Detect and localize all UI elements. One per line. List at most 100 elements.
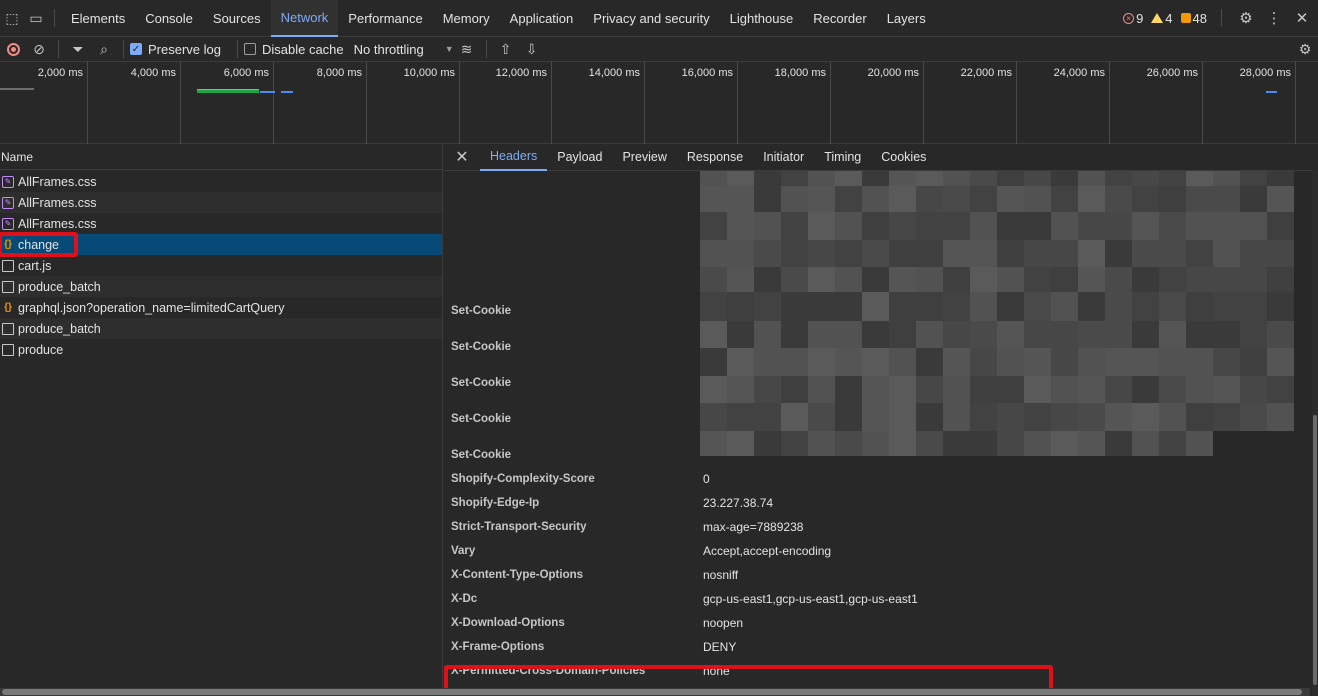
redacted-pixel-block [781, 240, 808, 267]
details-tab-payload[interactable]: Payload [547, 144, 612, 171]
warning-counter[interactable]: 4 [1151, 11, 1173, 26]
redacted-pixel-block [700, 292, 727, 321]
timeline-tick-label: 6,000 ms [223, 67, 269, 79]
tab-performance[interactable]: Performance [338, 0, 432, 37]
tab-application[interactable]: Application [500, 0, 584, 37]
throttling-select[interactable]: No throttling ▼ [354, 42, 454, 57]
name-column-header[interactable]: Name [0, 144, 442, 170]
redacted-pixel-block [970, 292, 997, 321]
redacted-pixel-block [1078, 431, 1105, 456]
scrollbar-thumb[interactable] [2, 689, 1302, 695]
network-toolbar: ⊘ ⏷ ⌕ ✓ Preserve log Disable cache No th… [0, 37, 1318, 62]
devtools-tabbar: ⬚ ▭ Elements Console Sources Network Perform… [0, 0, 1318, 37]
record-button[interactable] [0, 37, 26, 62]
request-row[interactable]: produce_batch [0, 276, 442, 297]
redacted-pixel-block [997, 240, 1024, 267]
preserve-log-checkbox[interactable]: ✓ [130, 43, 142, 55]
redacted-pixel-block [727, 171, 754, 186]
device-toolbar-icon[interactable]: ▭ [24, 6, 48, 30]
redacted-pixel-block [1159, 292, 1186, 321]
redacted-pixel-block [754, 171, 781, 186]
header-name-set-cookie: Set-Cookie [451, 341, 512, 353]
scrollbar-thumb[interactable] [1313, 415, 1317, 685]
redacted-pixel-block [835, 186, 862, 212]
network-conditions-button[interactable]: ≋ [454, 37, 480, 62]
tab-memory[interactable]: Memory [433, 0, 500, 37]
redacted-pixel-block [1024, 240, 1051, 267]
filter-button[interactable]: ⏷ [65, 37, 91, 62]
redacted-pixel-block [1051, 431, 1078, 456]
disable-cache-checkbox[interactable] [243, 43, 256, 55]
horizontal-scrollbar[interactable] [0, 688, 1310, 696]
chevron-down-icon: ▼ [444, 44, 454, 54]
redacted-pixel-block [1240, 212, 1267, 240]
issue-counter[interactable]: 48 [1180, 11, 1207, 26]
issue-counters[interactable]: × 9 4 48 ⚙ ⋮ ✕ [1123, 6, 1318, 30]
request-row[interactable]: ✎ AllFrames.css [0, 213, 442, 234]
timeline-tick-label: 2,000 ms [37, 67, 83, 79]
request-row[interactable]: {} graphql.json?operation_name=limitedCar… [0, 297, 442, 318]
tab-recorder[interactable]: Recorder [803, 0, 876, 37]
tab-elements[interactable]: Elements [61, 0, 135, 37]
close-details-icon[interactable]: ✕ [444, 147, 480, 167]
redacted-pixel-block [943, 186, 970, 212]
redacted-pixel-block [1159, 403, 1186, 431]
redacted-pixel-block [700, 376, 727, 403]
import-har-button[interactable]: ⇧ [493, 37, 519, 62]
error-counter[interactable]: × 9 [1123, 11, 1143, 26]
redacted-pixel-block [808, 321, 835, 348]
more-options-icon[interactable]: ⋮ [1264, 6, 1284, 30]
settings-gear-icon[interactable]: ⚙ [1236, 6, 1256, 30]
request-row[interactable]: cart.js [0, 255, 442, 276]
divider [54, 9, 55, 27]
filter-icon: ⏷ [72, 40, 84, 57]
request-row[interactable]: produce [0, 339, 442, 360]
redacted-pixel-block [781, 431, 808, 456]
network-settings-button[interactable]: ⚙ [1292, 37, 1318, 62]
details-tab-initiator[interactable]: Initiator [753, 144, 814, 171]
redacted-pixel-block [943, 212, 970, 240]
tab-sources[interactable]: Sources [203, 0, 271, 37]
timeline-gridline [87, 62, 88, 144]
redacted-pixel-block [1213, 171, 1240, 186]
redacted-pixel-block [943, 431, 970, 456]
vertical-scrollbar[interactable] [1312, 170, 1318, 696]
redacted-pixel-block [754, 348, 781, 376]
tab-console[interactable]: Console [135, 0, 203, 37]
name-header-label: Name [1, 149, 34, 164]
search-button[interactable]: ⌕ [91, 37, 117, 62]
clear-button[interactable]: ⊘ [26, 37, 52, 62]
redacted-pixel-block [1024, 376, 1051, 403]
details-tab-response[interactable]: Response [677, 144, 753, 171]
details-tab-cookies[interactable]: Cookies [871, 144, 936, 171]
clear-icon: ⊘ [33, 40, 45, 57]
request-row[interactable]: ✎ AllFrames.css [0, 171, 442, 192]
redacted-pixel-block [754, 321, 781, 348]
details-tab-timing[interactable]: Timing [814, 144, 871, 171]
timeline-overview[interactable]: 2,000 ms 4,000 ms 6,000 ms 8,000 ms 10,000 m… [0, 62, 1318, 144]
details-tab-headers[interactable]: Headers [480, 144, 548, 171]
redacted-pixel-block [1024, 267, 1051, 292]
tab-layers[interactable]: Layers [877, 0, 936, 37]
inspect-element-icon[interactable]: ⬚ [0, 6, 24, 30]
details-tab-preview[interactable]: Preview [612, 144, 676, 171]
tab-privacy-and-security[interactable]: Privacy and security [583, 0, 719, 37]
redacted-pixel-block [808, 376, 835, 403]
tab-network[interactable]: Network [270, 0, 339, 37]
close-devtools-icon[interactable]: ✕ [1292, 6, 1312, 30]
request-row[interactable]: ✎ AllFrames.css [0, 192, 442, 213]
tab-lighthouse[interactable]: Lighthouse [720, 0, 804, 37]
export-har-button[interactable]: ⇩ [519, 37, 545, 62]
redacted-pixel-block [1024, 348, 1051, 376]
redacted-pixel-block [1051, 292, 1078, 321]
redacted-pixel-block [1186, 348, 1213, 376]
redacted-pixel-block [754, 267, 781, 292]
redacted-pixel-block [1159, 376, 1186, 403]
redacted-pixel-block [1186, 240, 1213, 267]
error-icon: × [1123, 12, 1135, 24]
header-name: X-Download-Options [451, 617, 565, 629]
redacted-pixel-block [862, 240, 889, 267]
redacted-pixel-block [1267, 348, 1294, 376]
request-row[interactable]: produce_batch [0, 318, 442, 339]
redacted-pixel-block [1132, 171, 1159, 186]
